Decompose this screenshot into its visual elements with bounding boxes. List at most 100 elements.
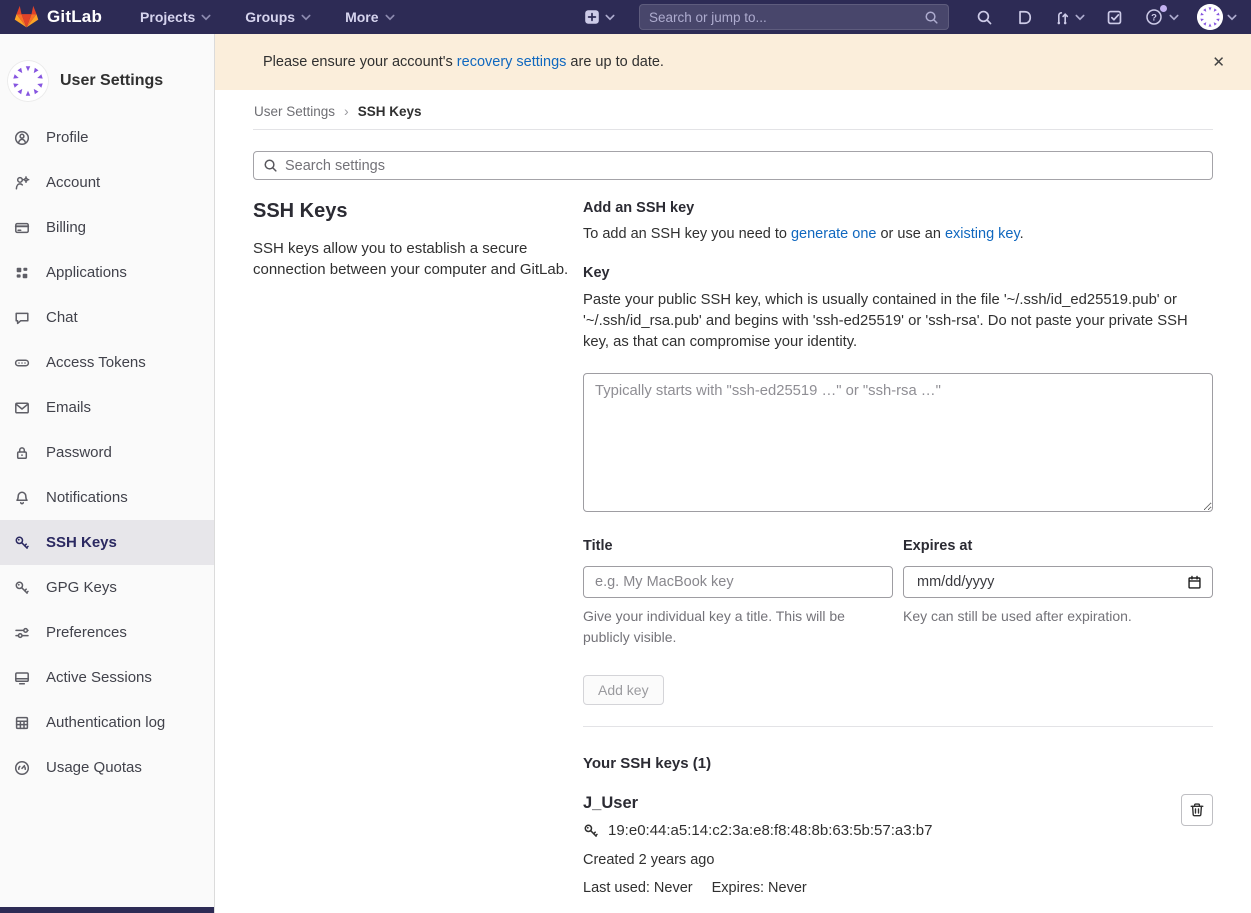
chevron-down-icon [1227, 14, 1237, 21]
ssh-key-expires: Expires: Never [712, 880, 807, 896]
authentication-log-icon [14, 715, 30, 731]
ssh-key-info: J_User [583, 794, 1181, 896]
sidebar-title: User Settings [60, 72, 163, 90]
sidebar-item-access-tokens[interactable]: Access Tokens [0, 340, 214, 385]
sidebar-item-gpg-keys[interactable]: GPG Keys [0, 565, 214, 610]
nav-menu-projects[interactable]: Projects [140, 9, 211, 25]
breadcrumb-separator: › [344, 103, 349, 119]
access-tokens-icon [14, 355, 30, 371]
sidebar-item-password[interactable]: Password [0, 430, 214, 475]
sidebar-nav: Profile Account Billing Applications Chat Acc… [0, 115, 214, 790]
sidebar-item-label: SSH Keys [46, 534, 117, 551]
issues-icon [1016, 9, 1033, 26]
nav-menu-more[interactable]: More [345, 9, 394, 25]
add-key-button[interactable]: Add key [583, 675, 664, 705]
top-navbar: GitLab Projects Groups More [0, 0, 1251, 34]
breadcrumb: User Settings › SSH Keys [253, 90, 1213, 129]
existing-key-link[interactable]: existing key [945, 226, 1020, 242]
sidebar-item-chat[interactable]: Chat [0, 295, 214, 340]
title-input[interactable] [583, 566, 893, 598]
settings-sidebar: User Settings Profile Account Billing Appli… [0, 34, 215, 913]
svg-text:?: ? [1151, 12, 1157, 23]
generate-one-link[interactable]: generate one [791, 226, 876, 242]
sidebar-item-notifications[interactable]: Notifications [0, 475, 214, 520]
sidebar-item-label: Chat [46, 309, 78, 326]
sidebar-item-billing[interactable]: Billing [0, 205, 214, 250]
page-title: SSH Keys [253, 200, 583, 223]
key-help-text: Paste your public SSH key, which is usua… [583, 290, 1213, 353]
sidebar-item-applications[interactable]: Applications [0, 250, 214, 295]
sidebar-item-label: Active Sessions [46, 669, 152, 686]
add-ssh-key-intro: To add an SSH key you need to generate o… [583, 226, 1213, 242]
todos-button[interactable] [1103, 6, 1125, 28]
sidebar-item-label: Usage Quotas [46, 759, 142, 776]
sidebar-item-label: Notifications [46, 489, 128, 506]
sidebar-item-usage-quotas[interactable]: Usage Quotas [0, 745, 214, 790]
add-ssh-key-heading: Add an SSH key [583, 200, 1213, 216]
title-field-group: Title Give your individual key a title. … [583, 538, 893, 648]
sidebar-item-authentication-log[interactable]: Authentication log [0, 700, 214, 745]
navbar-right: ? [584, 4, 1237, 30]
gitlab-home-link[interactable]: GitLab [14, 5, 102, 29]
delete-key-button[interactable] [1181, 794, 1213, 826]
alert-close-button[interactable]: ✕ [1208, 49, 1229, 75]
settings-search [253, 151, 1213, 180]
chevron-down-icon [385, 14, 395, 21]
search-icon [263, 158, 278, 173]
nav-menu-groups[interactable]: Groups [245, 9, 311, 25]
sidebar-item-profile[interactable]: Profile [0, 115, 214, 160]
add-ssh-key-column: Add an SSH key To add an SSH key you nee… [583, 200, 1213, 896]
new-dropdown[interactable] [584, 9, 615, 25]
issues-button[interactable] [1013, 6, 1035, 28]
page-description: SSH keys allow you to establish a secure… [253, 238, 583, 280]
merge-requests-dropdown[interactable] [1053, 9, 1085, 26]
notifications-icon [14, 490, 30, 506]
brand-text: GitLab [47, 7, 102, 27]
breadcrumb-user-settings[interactable]: User Settings [254, 104, 335, 119]
todo-check-icon [1106, 9, 1123, 26]
divider [253, 129, 1213, 130]
recovery-settings-link[interactable]: recovery settings [457, 54, 567, 70]
user-menu[interactable] [1197, 4, 1237, 30]
sidebar-item-label: Password [46, 444, 112, 461]
sidebar-item-label: Profile [46, 129, 89, 146]
chevron-down-icon [1075, 14, 1085, 21]
sidebar-item-ssh-keys[interactable]: SSH Keys [0, 520, 214, 565]
ssh-key-list-item: J_User [583, 794, 1213, 896]
breadcrumb-current: SSH Keys [358, 104, 422, 119]
applications-icon [14, 265, 30, 281]
ssh-key-title: J_User [583, 794, 1181, 813]
sidebar-item-label: Billing [46, 219, 86, 236]
sidebar-item-label: Access Tokens [46, 354, 146, 371]
sidebar-item-account[interactable]: Account [0, 160, 214, 205]
global-search-input[interactable] [649, 10, 924, 25]
gpg-keys-icon [14, 580, 30, 596]
sidebar-item-active-sessions[interactable]: Active Sessions [0, 655, 214, 700]
sidebar-item-preferences[interactable]: Preferences [0, 610, 214, 655]
global-search [639, 4, 949, 30]
main-content: Please ensure your account's recovery se… [215, 34, 1251, 913]
alert-text: Please ensure your account's recovery se… [263, 54, 664, 70]
avatar [8, 61, 48, 101]
chat-icon [14, 310, 30, 326]
your-ssh-keys-heading: Your SSH keys (1) [583, 755, 1213, 772]
settings-search-input[interactable] [285, 158, 1203, 174]
plus-icon [584, 9, 600, 25]
calendar-icon[interactable] [1187, 575, 1202, 590]
expires-label: Expires at [903, 538, 1213, 554]
expires-at-input[interactable]: mm/dd/yyyy [903, 566, 1213, 598]
notification-dot [1160, 5, 1167, 12]
ssh-key-textarea[interactable] [583, 373, 1213, 512]
preferences-icon [14, 625, 30, 641]
search-icon [976, 9, 993, 26]
date-placeholder: mm/dd/yyyy [917, 574, 994, 590]
sidebar-item-emails[interactable]: Emails [0, 385, 214, 430]
help-dropdown[interactable]: ? [1143, 6, 1179, 28]
nav-menu-label: Projects [140, 9, 195, 25]
profile-icon [14, 130, 30, 146]
search-shortcut-button[interactable] [973, 6, 995, 28]
account-icon [14, 175, 30, 191]
search-icon [924, 10, 939, 25]
chevron-down-icon [301, 14, 311, 21]
ssh-key-fingerprint-row: 19:e0:44:a5:14:c2:3a:e8:f8:48:8b:63:5b:5… [583, 822, 1181, 839]
